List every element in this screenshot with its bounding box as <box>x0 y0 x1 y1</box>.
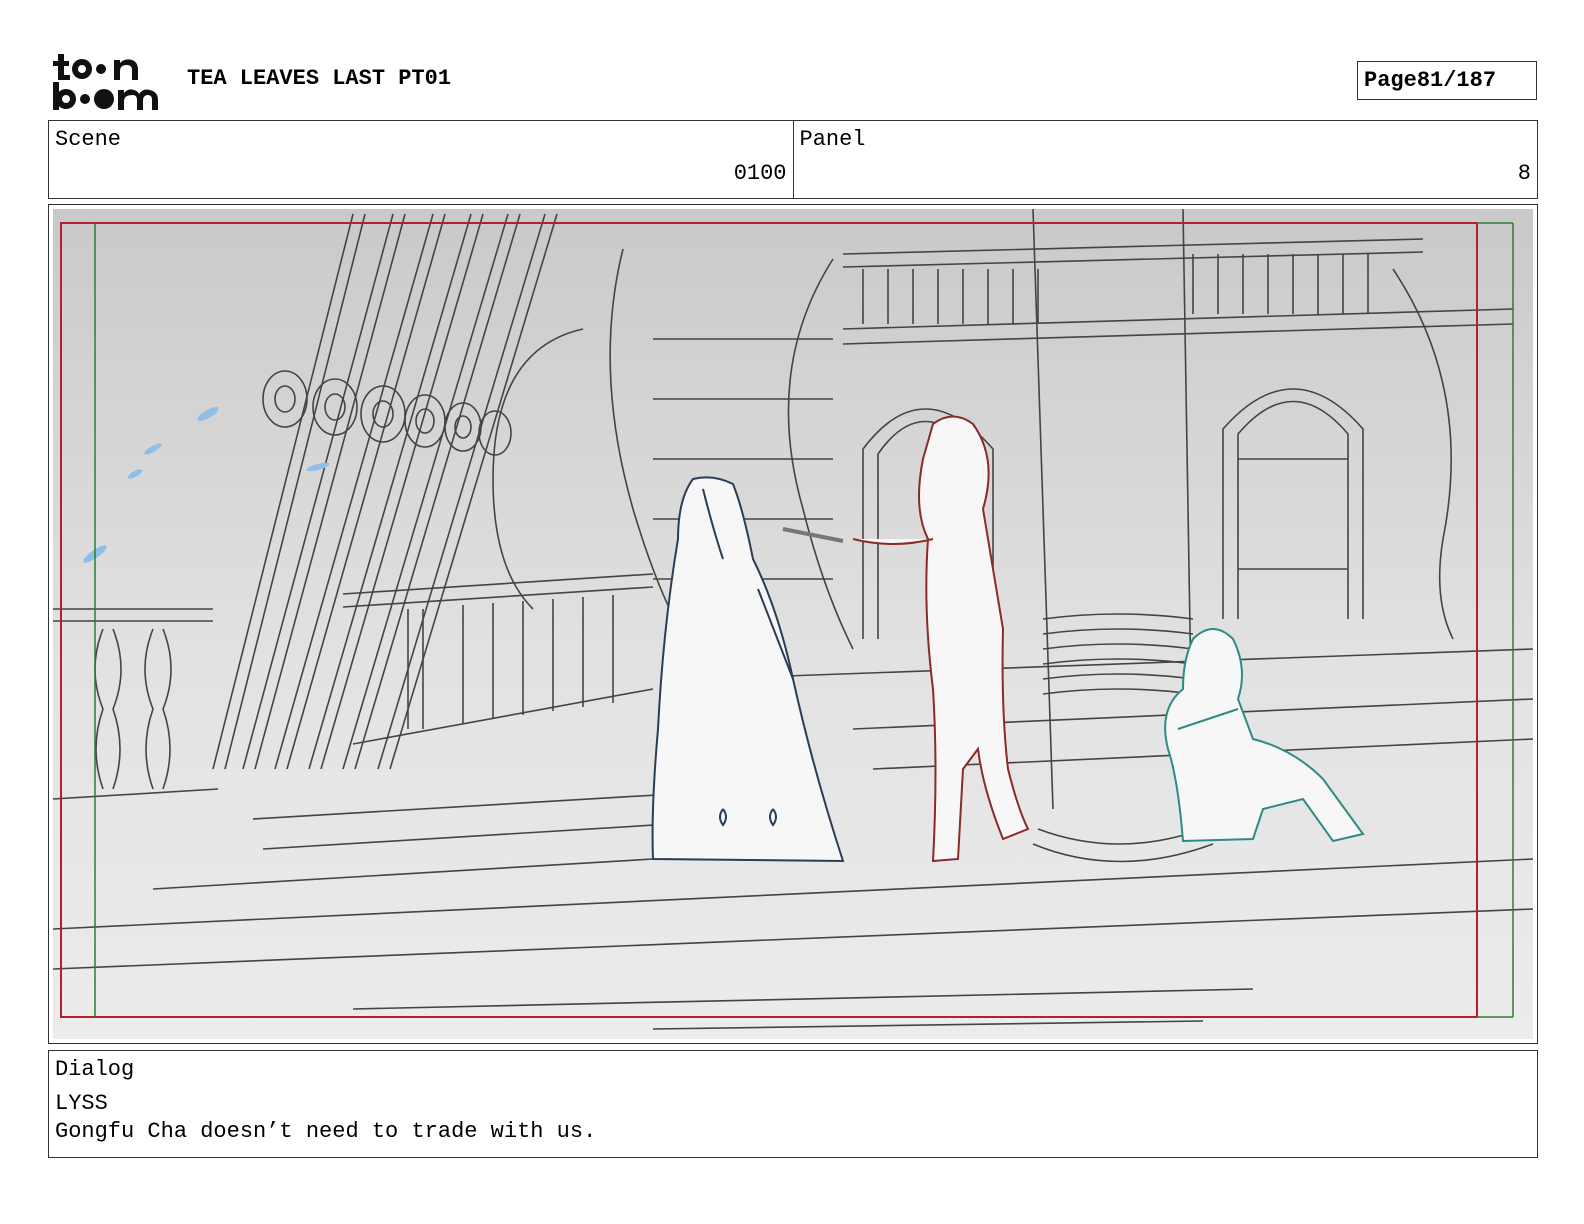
dialog-label: Dialog <box>55 1057 135 1082</box>
panel-number: 8 <box>1517 161 1531 186</box>
panel-label: Panel <box>799 127 866 152</box>
scene-panel-info: Scene 0100 Panel 8 <box>48 120 1538 199</box>
toon-boom-logo <box>53 54 158 110</box>
page-label: Page <box>1364 68 1417 93</box>
page-number: 81/187 <box>1416 68 1497 93</box>
dialog-line: Gongfu Cha doesn’t need to trade with us… <box>55 1119 597 1144</box>
panel-drawing <box>53 209 1533 1039</box>
page-indicator: Page 81/187 <box>1357 61 1537 100</box>
dialog-speaker: LYSS <box>55 1091 108 1116</box>
storyboard-title: TEA LEAVES LAST PT01 <box>187 66 452 91</box>
panel-background <box>53 209 1533 1039</box>
scene-label: Scene <box>55 127 122 152</box>
dialog-box: Dialog LYSS Gongfu Cha doesn’t need to t… <box>48 1050 1538 1158</box>
storyboard-panel <box>48 204 1538 1044</box>
scene-cell: Scene 0100 <box>49 121 793 198</box>
scene-number: 0100 <box>733 161 787 186</box>
panel-cell: Panel 8 <box>792 121 1538 198</box>
